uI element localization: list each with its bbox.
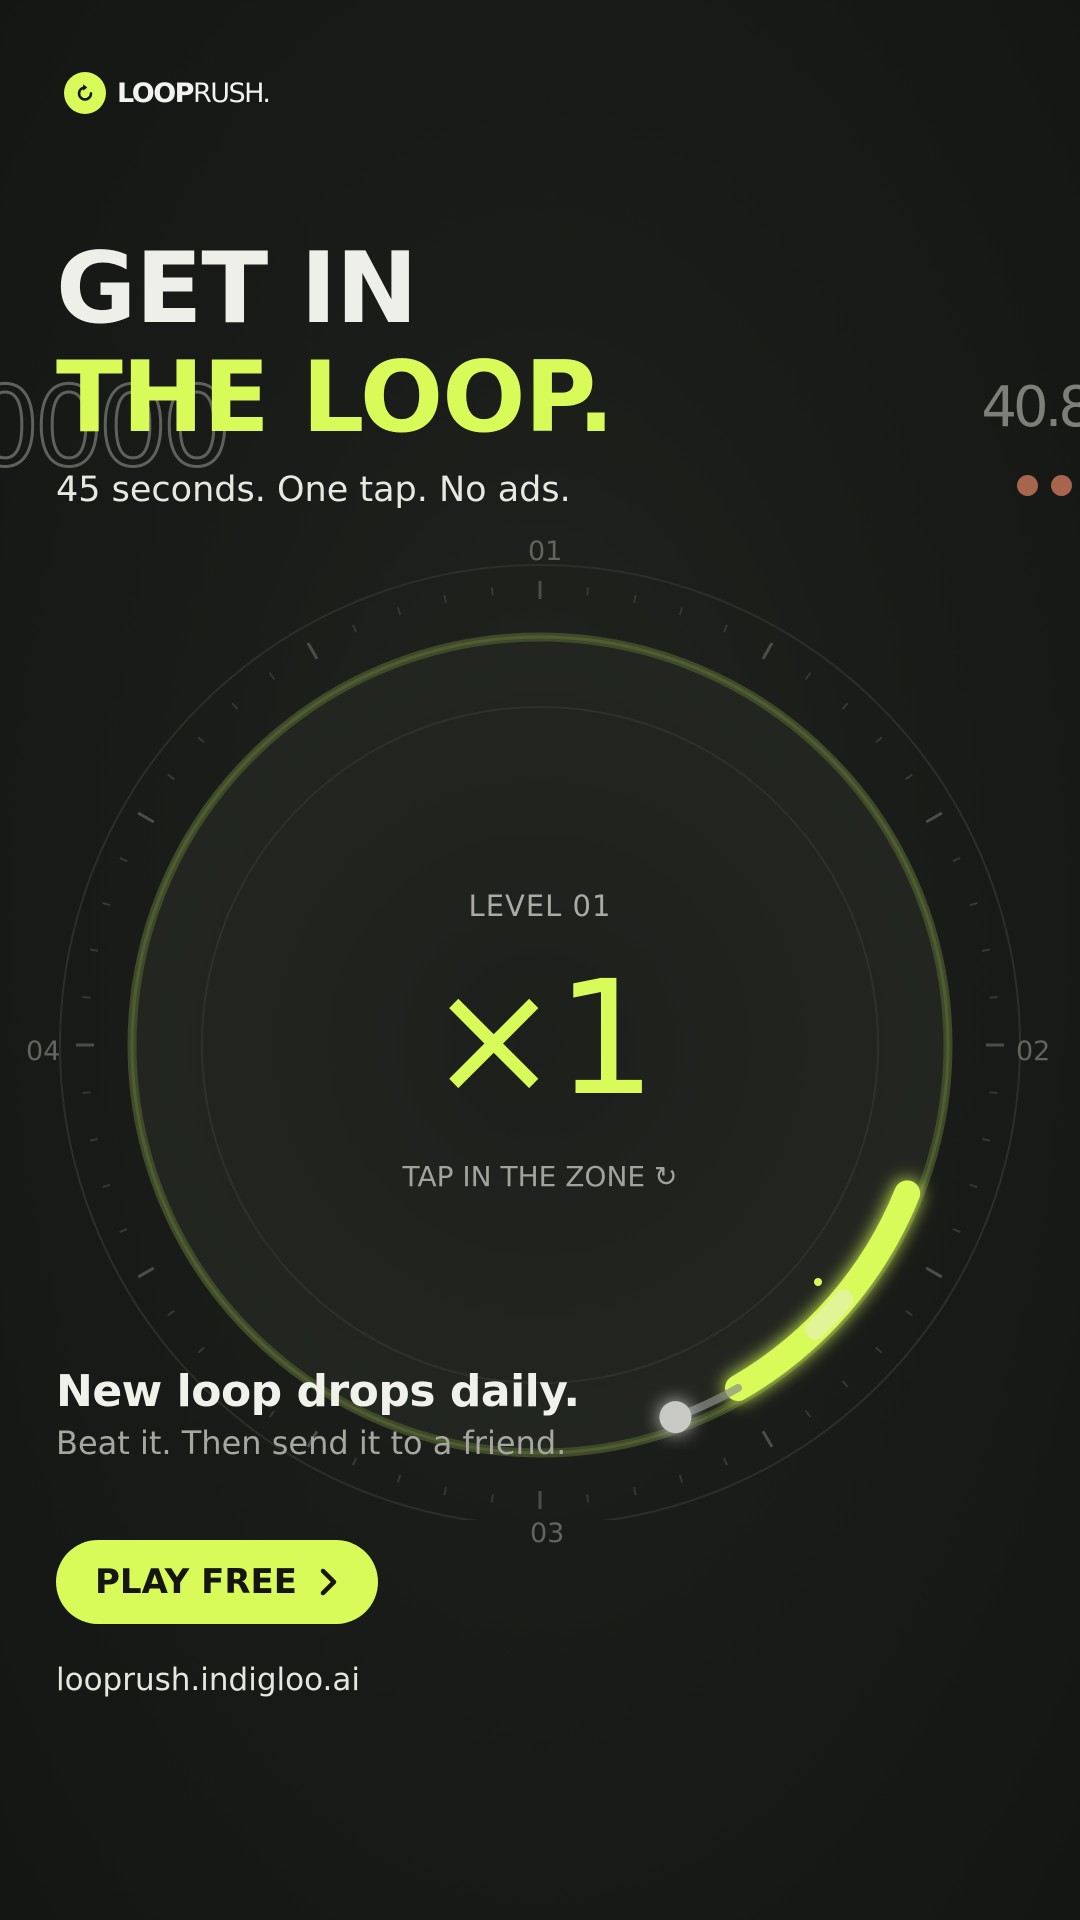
tick-label-bottom: 03 [530, 1518, 565, 1549]
multiplier: ×1 [427, 947, 657, 1131]
dial-tick [875, 736, 883, 744]
loop-arrow-icon [64, 72, 106, 114]
dial-tick [167, 1309, 175, 1317]
dial-tick [925, 1266, 943, 1279]
tick-label-top: 01 [528, 536, 563, 567]
dial-tick [396, 1474, 402, 1483]
play-free-button[interactable]: PLAY FREE [56, 1540, 378, 1624]
dial-tick [586, 587, 590, 596]
headline-line-2: THE LOOP. [56, 341, 615, 455]
dial-tick [351, 624, 358, 633]
brand-logo: LOOPRUSH. [64, 72, 271, 114]
play-free-label: PLAY FREE [95, 1562, 297, 1602]
spark-dot [814, 1278, 822, 1286]
dial-tick [490, 587, 494, 596]
dial-tick [905, 773, 913, 781]
dial-tick [443, 1486, 448, 1496]
dial-tick [952, 856, 961, 863]
dial-tick [490, 1494, 494, 1503]
dial-tick [197, 736, 205, 744]
dial-tick [119, 1227, 128, 1234]
dial-tick [761, 1430, 774, 1448]
dial-tick [231, 702, 239, 710]
dial-tick [722, 1457, 729, 1466]
dial-tick [804, 1410, 812, 1418]
subheadline: 45 seconds. One tap. No ads. [56, 470, 571, 510]
dial-tick [678, 1474, 684, 1483]
dial-tick [981, 948, 991, 953]
dial-tick [925, 811, 943, 824]
dial-tick [841, 702, 849, 710]
dial-tick [89, 948, 99, 953]
tap-prompt: TAP IN THE ZONE ↻ [402, 1160, 678, 1193]
headline-line-1: GET IN [56, 232, 418, 346]
dial-tick [722, 624, 729, 633]
dial-tick [981, 1137, 991, 1142]
chevron-right-icon [319, 1568, 339, 1596]
website-link[interactable]: looprush.indigloo.ai [56, 1662, 360, 1698]
dial-tick [586, 1494, 590, 1503]
level-label: LEVEL 01 [468, 889, 612, 923]
dial-tick [306, 642, 319, 660]
dial-tick [841, 1380, 849, 1388]
dial-tick [137, 1266, 155, 1279]
dial-tick [632, 1486, 637, 1496]
dial-tick [119, 856, 128, 863]
dial-tick [443, 594, 448, 604]
promo-title: New loop drops daily. [56, 1366, 580, 1417]
dial-tick [89, 1137, 99, 1142]
promo-body: Beat it. Then send it to a friend. [56, 1424, 567, 1462]
dial-tick [632, 594, 637, 604]
brand-name: LOOPRUSH. [117, 77, 271, 109]
dial-tick [761, 642, 774, 660]
dial-tick [268, 672, 276, 680]
life-dot [1017, 475, 1038, 496]
dial-tick [197, 1346, 205, 1354]
dial-tick [396, 607, 402, 616]
dial-tick [804, 672, 812, 680]
dial-tick [952, 1227, 961, 1234]
dial-tick [137, 811, 155, 824]
dial-tick [678, 607, 684, 616]
background-timer: 40.8 [981, 375, 1080, 440]
dial-tick [167, 773, 175, 781]
dial-tick [905, 1309, 913, 1317]
dial-tick [875, 1346, 883, 1354]
life-dot [1051, 475, 1072, 496]
loop-cursor [659, 1401, 692, 1434]
